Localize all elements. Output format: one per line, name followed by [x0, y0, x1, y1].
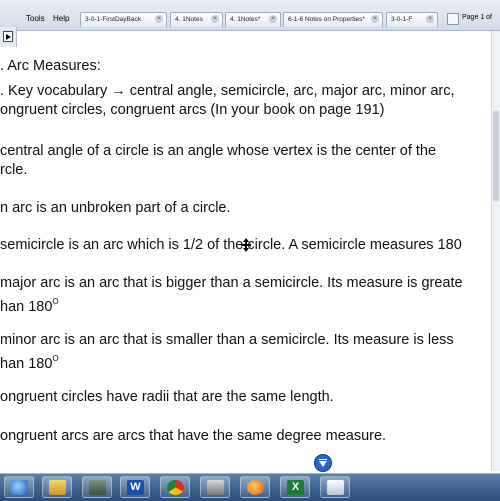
- vocab-line-1: . Key vocabulary → central angle, semici…: [0, 83, 455, 99]
- tab-1notes[interactable]: 4. 1Notes ×: [170, 12, 223, 27]
- taskbar: W X: [0, 473, 500, 501]
- play-arrow-icon[interactable]: [3, 31, 13, 42]
- word-icon[interactable]: W: [120, 476, 150, 498]
- firefox-icon[interactable]: [240, 476, 270, 498]
- chrome-icon[interactable]: [160, 476, 190, 498]
- vertical-scrollbar[interactable]: [491, 31, 500, 471]
- tab-1notes-modified[interactable]: 4. 1Notes* ×: [225, 12, 281, 27]
- arc-def: n arc is an unbroken part of a circle.: [0, 200, 231, 216]
- close-icon[interactable]: ×: [211, 15, 219, 23]
- minor-arc-def-1: minor arc is an arc that is smaller than…: [0, 332, 454, 348]
- page-indicator: Page 1 of: [462, 14, 492, 21]
- tab-3-0-1-f[interactable]: 3-0-1-F ×: [386, 12, 438, 27]
- tab-label: 6-1-6 Notes on Properties*: [288, 16, 365, 23]
- tab-firstdayback[interactable]: 3-0-1-FirstDayBack ×: [80, 12, 167, 27]
- tab-label: 3-0-1-FirstDayBack: [85, 16, 141, 23]
- scroll-down-button[interactable]: [314, 454, 332, 472]
- page-icon[interactable]: [447, 13, 459, 25]
- smartboard-icon[interactable]: [200, 476, 230, 498]
- excel-icon[interactable]: X: [280, 476, 310, 498]
- notebook-icon[interactable]: [320, 476, 350, 498]
- central-angle-def-2: rcle.: [0, 162, 28, 178]
- congruent-circles-def: ongruent circles have radii that are the…: [0, 389, 334, 405]
- close-icon[interactable]: ×: [426, 15, 434, 23]
- explorer-icon[interactable]: [42, 476, 72, 498]
- toolbar: Tools Help 3-0-1-FirstDayBack × 4. 1Note…: [0, 0, 500, 31]
- vocab-line-2: ongruent circles, congruent arcs (In you…: [0, 102, 385, 118]
- tab-notes-on-properties[interactable]: 6-1-6 Notes on Properties* ×: [283, 12, 383, 27]
- degree-symbol: O: [52, 297, 59, 306]
- move-cursor-icon: [241, 238, 251, 252]
- major-arc-def-2: han 180O: [0, 294, 59, 315]
- side-panel-toggle[interactable]: [0, 27, 17, 47]
- close-icon[interactable]: ×: [155, 15, 163, 23]
- menu-help[interactable]: Help: [53, 14, 69, 23]
- congruent-arcs-def: ongruent arcs are arcs that have the sam…: [0, 428, 387, 444]
- scroll-thumb[interactable]: [493, 111, 499, 201]
- tab-label: 3-0-1-F: [391, 16, 413, 23]
- section-heading: . Arc Measures:: [0, 58, 101, 74]
- menu-tools[interactable]: Tools: [26, 14, 45, 23]
- major-arc-def-1: major arc is an arc that is bigger than …: [0, 275, 463, 291]
- ie-icon[interactable]: [4, 476, 34, 498]
- degree-symbol: O: [52, 354, 59, 363]
- central-angle-def-1: central angle of a circle is an angle wh…: [0, 143, 437, 159]
- minor-arc-def-2: han 180O: [0, 351, 59, 372]
- tab-label: 4. 1Notes: [175, 16, 203, 23]
- major-arc-value: han 180: [0, 299, 53, 315]
- semicircle-def: semicircle is an arc which is 1/2 of the…: [0, 237, 462, 253]
- media-icon[interactable]: [82, 476, 112, 498]
- minor-arc-value: han 180: [0, 356, 53, 372]
- close-icon[interactable]: ×: [371, 15, 379, 23]
- tab-label: 4. 1Notes*: [230, 16, 261, 23]
- close-icon[interactable]: ×: [269, 15, 277, 23]
